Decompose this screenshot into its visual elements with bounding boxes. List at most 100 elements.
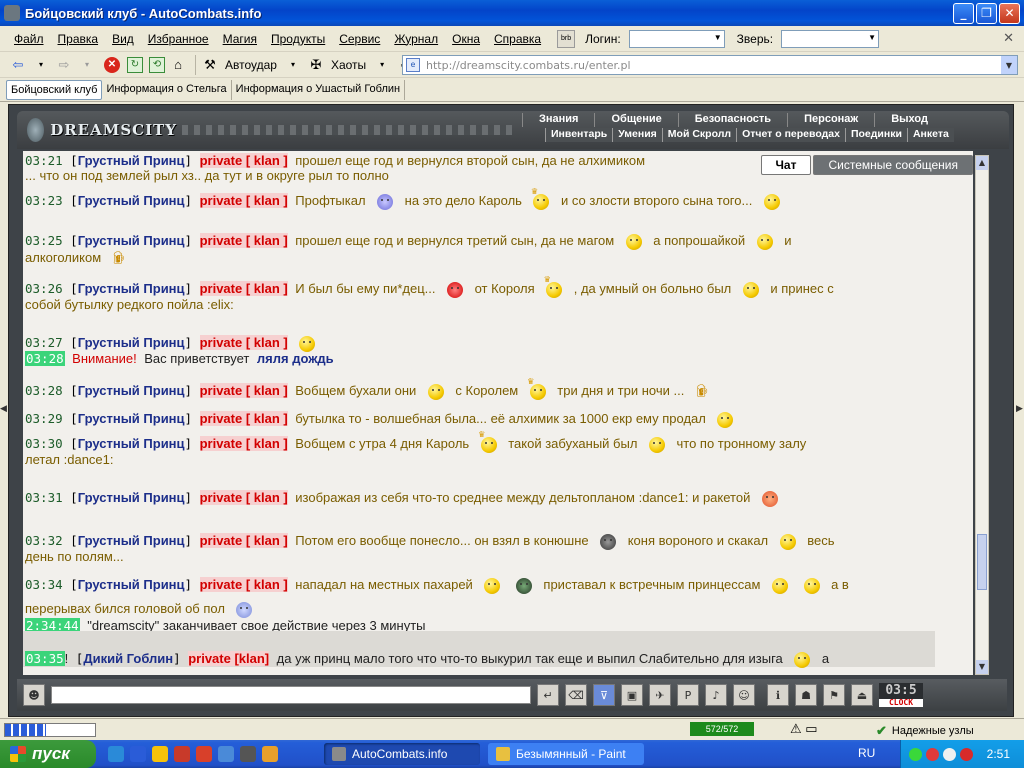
chat-scrollbar[interactable]: ▲ ▼ [975, 155, 989, 675]
nav-knowledge[interactable]: Знания [522, 113, 594, 127]
chat-nick[interactable]: Грустный Принц [78, 411, 185, 426]
icq-icon[interactable] [908, 747, 922, 761]
chat-nick[interactable]: Грустный Принц [78, 193, 185, 208]
address-dropdown-icon[interactable]: ▼ [1001, 56, 1017, 74]
opera-icon[interactable] [196, 746, 212, 762]
chat-nick[interactable]: Грустный Принц [78, 281, 185, 296]
chat-time[interactable]: 03:21 [25, 153, 63, 168]
minimize-button[interactable]: _ [953, 2, 974, 24]
nav-my-scroll[interactable]: Мой Скролл [661, 128, 736, 142]
exit-icon[interactable]: ⏏ [851, 684, 873, 706]
tool-icon[interactable] [262, 746, 278, 762]
menu-windows[interactable]: Окна [452, 32, 480, 46]
forward-dropdown-icon[interactable]: ▾ [77, 55, 97, 75]
haoty-dropdown-icon[interactable]: ▾ [372, 55, 392, 75]
reload-icon[interactable]: ⟲ [149, 56, 165, 73]
system-messages-tab[interactable]: Системные сообщения [813, 155, 973, 175]
nav-character[interactable]: Персонаж [787, 113, 874, 127]
chat-time[interactable]: 03:26 [25, 281, 63, 296]
flag-icon[interactable]: ⚑ [823, 684, 845, 706]
users-icon[interactable]: ☗ [795, 684, 817, 706]
chat-tab[interactable]: Чат [760, 155, 812, 175]
back-icon[interactable]: ⇦ [8, 55, 28, 75]
ie-icon[interactable] [108, 746, 124, 762]
scroll-up-icon[interactable]: ▲ [976, 156, 988, 170]
menu-help[interactable]: Справка [494, 32, 541, 46]
beast-combo[interactable] [781, 29, 880, 48]
save-icon[interactable]: ▣ [621, 684, 643, 706]
greeted-nick[interactable]: ляля дождь [257, 351, 334, 366]
chat-time[interactable]: 03:25 [25, 233, 63, 248]
chat-private[interactable]: private [ klan ] [199, 335, 288, 350]
menu-products[interactable]: Продукты [271, 32, 325, 46]
safe-nodes[interactable]: ✔ Надежные узлы [876, 723, 974, 739]
game-logo[interactable]: DREAMSCITY [27, 117, 177, 143]
menu-view[interactable]: Вид [112, 32, 134, 46]
chat-time-highlight[interactable]: 03:28 [25, 351, 65, 366]
window-titlebar[interactable]: Бойцовский клуб - AutoCombats.info _ ❐ ✕ [0, 0, 1024, 26]
smiles-icon[interactable]: ☺ [733, 684, 755, 706]
chat-nick[interactable]: Грустный Принц [78, 153, 185, 168]
chat-private[interactable]: private [ klan ] [199, 577, 288, 592]
address-url[interactable]: http://dreamscity.combats.ru/enter.pl [426, 59, 631, 72]
messenger-icon[interactable] [130, 746, 146, 762]
chat-nick[interactable]: Дикий Гоблин [83, 651, 173, 666]
nav-profile[interactable]: Анкета [906, 128, 954, 142]
chat-nick[interactable]: Грустный Принц [78, 436, 185, 451]
tools-icon[interactable]: ⚒ [200, 55, 220, 75]
start-button[interactable]: пуск [0, 740, 96, 768]
chat-time[interactable]: 03:32 [25, 533, 63, 548]
chat-private[interactable]: private [ klan ] [199, 436, 288, 451]
menu-edit[interactable]: Правка [58, 32, 99, 46]
scroll-thumb[interactable] [977, 534, 987, 590]
chat-nick[interactable]: Грустный Принц [78, 577, 185, 592]
send-icon[interactable]: ↵ [537, 684, 559, 706]
chat-private[interactable]: private [ klan ] [199, 281, 288, 296]
maximize-button[interactable]: ❐ [976, 2, 997, 24]
scroll-down-icon[interactable]: ▼ [976, 660, 988, 674]
chat-time[interactable]: 03:34 [25, 577, 63, 592]
chat-time-highlight[interactable]: 03:35 [25, 651, 65, 666]
address-bar[interactable]: e http://dreamscity.combats.ru/enter.pl … [402, 55, 1018, 75]
tab-fight-club[interactable]: Бойцовский клуб [6, 79, 103, 100]
chat-time[interactable]: 03:31 [25, 490, 63, 505]
close-button[interactable]: ✕ [999, 2, 1020, 24]
chat-log[interactable]: Чат Системные сообщения 03:21 [Грустный … [23, 151, 973, 675]
info-icon[interactable]: ℹ [767, 684, 789, 706]
music-icon[interactable]: ♪ [705, 684, 727, 706]
menu-service[interactable]: Сервис [339, 32, 380, 46]
chat-nick[interactable]: Грустный Принц [78, 335, 185, 350]
task-paint[interactable]: Безымянный - Paint [488, 743, 644, 765]
haoty-button[interactable]: Хаоты [331, 58, 366, 72]
chat-time[interactable]: 03:28 [25, 383, 63, 398]
eraser-icon[interactable]: ⌫ [565, 684, 587, 706]
home-icon[interactable]: ⌂ [168, 55, 188, 75]
menu-file[interactable]: Файл [14, 32, 44, 46]
back-dropdown-icon[interactable]: ▾ [31, 55, 51, 75]
chat-private[interactable]: private [ klan ] [199, 490, 288, 505]
walk-icon[interactable]: ✈ [649, 684, 671, 706]
chat-nick[interactable]: Грустный Принц [78, 533, 185, 548]
nav-security[interactable]: Безопасность [677, 113, 787, 127]
refresh-icon[interactable]: ↻ [127, 56, 143, 73]
brb-icon[interactable]: brb [557, 29, 576, 48]
chat-nick[interactable]: Грустный Принц [78, 233, 185, 248]
chat-nick[interactable]: Грустный Принц [78, 490, 185, 505]
tab-info-stelga[interactable]: Информация о Стельга [102, 79, 232, 100]
chat-time[interactable]: 03:29 [25, 411, 63, 426]
stop-icon[interactable]: ✕ [104, 56, 120, 73]
nav-transfer-report[interactable]: Отчет о переводах [736, 128, 845, 142]
chat-private[interactable]: private [ klan ] [199, 193, 288, 208]
menu-magic[interactable]: Магия [223, 32, 257, 46]
chat-private[interactable]: private [ klan ] [199, 233, 288, 248]
task-autocombats[interactable]: AutoCombats.info [324, 743, 480, 765]
chat-time[interactable]: 03:23 [25, 193, 63, 208]
folder-icon[interactable] [152, 746, 168, 762]
kaspersky-icon[interactable] [959, 747, 973, 761]
chat-nick[interactable]: Грустный Принц [78, 383, 185, 398]
login-combo[interactable] [628, 29, 725, 48]
filter-icon[interactable]: ⊽ [593, 684, 615, 706]
terminal-icon[interactable] [240, 746, 256, 762]
left-edge-arrow-icon[interactable]: ◀ [0, 404, 8, 416]
chat-time[interactable]: 03:27 [25, 335, 63, 350]
